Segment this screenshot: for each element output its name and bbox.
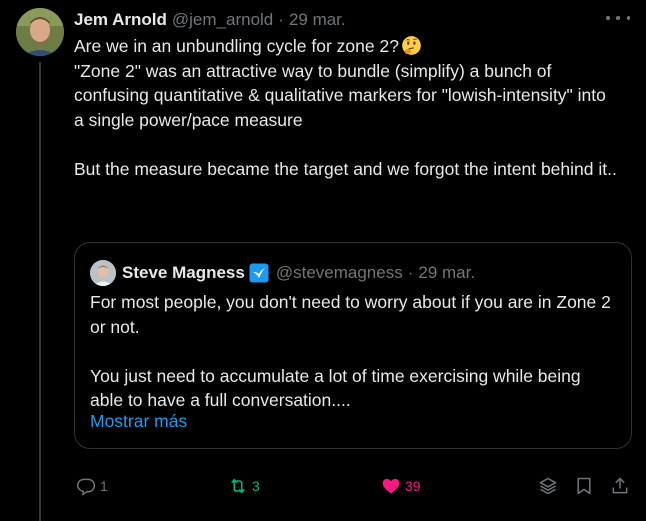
action-bar: 1 3 39 xyxy=(74,476,636,502)
quote-author-handle: @stevemagness xyxy=(275,263,403,282)
reply-button[interactable]: 1 xyxy=(76,476,108,496)
tweet-text-body: "Zone 2" was an attractive way to bundle… xyxy=(74,60,617,179)
verified-badge-icon xyxy=(249,263,269,283)
tweet-date[interactable]: 29 mar. xyxy=(289,10,346,30)
reply-count: 1 xyxy=(100,478,108,494)
tweet-header: Jem Arnold @jem_arnold · 29 mar. xyxy=(74,9,626,31)
show-more-link[interactable]: Mostrar más xyxy=(90,411,187,432)
more-options-icon[interactable] xyxy=(606,8,630,28)
author-name[interactable]: Jem Arnold xyxy=(74,10,167,30)
quote-author-name: Steve Magness xyxy=(122,263,245,282)
quote-date: 29 mar. xyxy=(418,263,476,282)
separator-dot: · xyxy=(278,10,284,29)
tweet-text: Are we in an unbundling cycle for zone 2… xyxy=(74,34,619,181)
retweet-icon xyxy=(231,478,245,494)
quote-text: For most people, you don't need to worry… xyxy=(90,292,611,410)
avatar[interactable] xyxy=(16,8,64,56)
like-button[interactable]: 39 xyxy=(381,476,421,496)
stack-icon xyxy=(539,477,557,495)
quote-header: Steve Magness @stevemagness · 29 mar. xyxy=(90,260,475,286)
share-button[interactable] xyxy=(610,476,630,496)
share-icon xyxy=(612,477,628,494)
tweet-text-line1: Are we in an unbundling cycle for zone 2… xyxy=(74,36,399,56)
reply-icon xyxy=(76,478,96,496)
thinking-face-emoji-icon xyxy=(402,36,421,55)
like-count: 39 xyxy=(405,478,421,494)
quote-separator-dot: · xyxy=(407,263,414,282)
author-handle[interactable]: @jem_arnold xyxy=(172,10,273,30)
bookmark-button[interactable] xyxy=(574,476,594,496)
heart-icon xyxy=(382,478,400,494)
quote-avatar xyxy=(90,260,116,286)
retweet-button[interactable]: 3 xyxy=(228,476,260,496)
bookmark-icon xyxy=(577,477,591,495)
quoted-tweet[interactable]: Steve Magness @stevemagness · 29 mar. Fo… xyxy=(74,242,632,449)
retweet-count: 3 xyxy=(252,478,260,494)
thread-line xyxy=(39,62,41,521)
views-button[interactable] xyxy=(538,476,558,496)
